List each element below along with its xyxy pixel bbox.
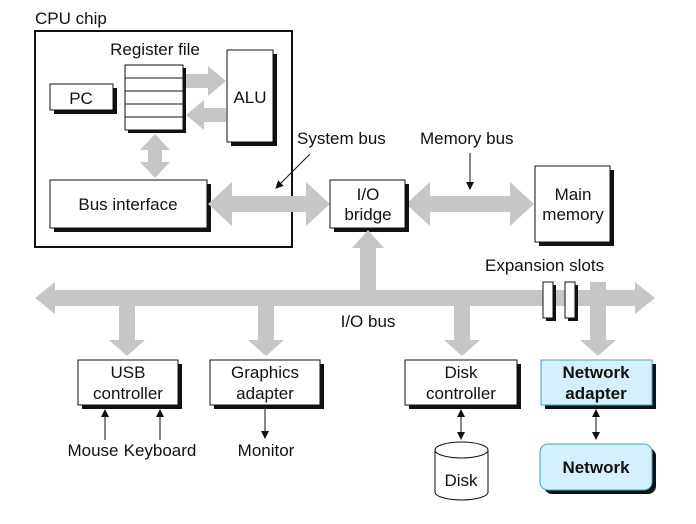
disk-controller-label-2: controller	[426, 384, 496, 403]
alu-box: ALU	[226, 49, 277, 146]
disk-drop-arrow	[444, 305, 480, 356]
bridge-to-io-bus-arrow	[352, 230, 384, 292]
bus-interface-label: Bus interface	[78, 195, 177, 214]
graphics-adapter-box: Graphics adapter	[209, 359, 324, 409]
system-bus-arrow	[208, 182, 330, 226]
bus-interface-box: Bus interface	[49, 179, 211, 232]
register-file	[124, 64, 186, 133]
cpu-chip-label: CPU chip	[35, 9, 107, 28]
disk-label: Disk	[444, 471, 478, 490]
pc-label: PC	[69, 89, 93, 108]
graphics-drop-arrow	[248, 305, 284, 356]
disk-cylinder: Disk	[434, 441, 489, 501]
memory-bus-label: Memory bus	[420, 129, 514, 148]
system-bus-label: System bus	[297, 129, 386, 148]
graphics-label-1: Graphics	[231, 363, 299, 382]
disk-controller-label-1: Disk	[444, 363, 478, 382]
mouse-label: Mouse	[67, 441, 118, 460]
network-adapter-label-1: Network	[562, 363, 630, 382]
main-memory-label-2: memory	[542, 205, 604, 224]
computer-hardware-diagram: CPU chip Register file PC ALU Bus interf…	[34, 9, 656, 501]
network-adapter-label-2: adapter	[565, 384, 627, 403]
main-memory-box: Main memory	[534, 165, 614, 246]
alu-to-register-arrow	[186, 100, 226, 130]
pc-box: PC	[49, 83, 117, 114]
expansion-slots-label: Expansion slots	[485, 256, 604, 275]
io-bus-label: I/O bus	[341, 312, 396, 331]
main-memory-label-1: Main	[555, 185, 592, 204]
register-to-alu-arrow	[186, 66, 226, 96]
usb-label-1: USB	[111, 363, 146, 382]
io-bridge-box: I/O bridge	[329, 179, 409, 232]
io-bridge-label-1: I/O	[357, 185, 380, 204]
network-label: Network	[562, 458, 630, 477]
usb-drop-arrow	[109, 305, 145, 356]
register-file-label: Register file	[110, 40, 200, 59]
keyboard-label: Keyboard	[124, 441, 197, 460]
network-box: Network	[539, 443, 656, 494]
usb-label-2: controller	[93, 384, 163, 403]
alu-label: ALU	[233, 88, 266, 107]
disk-controller-box: Disk controller	[404, 359, 521, 409]
graphics-label-2: adapter	[236, 384, 294, 403]
usb-controller-box: USB controller	[77, 359, 182, 409]
network-adapter-box: Network adapter	[540, 359, 656, 409]
register-bus-interface-arrow	[140, 134, 170, 178]
monitor-label: Monitor	[238, 441, 295, 460]
io-bridge-label-2: bridge	[344, 205, 391, 224]
io-bus	[35, 230, 655, 356]
